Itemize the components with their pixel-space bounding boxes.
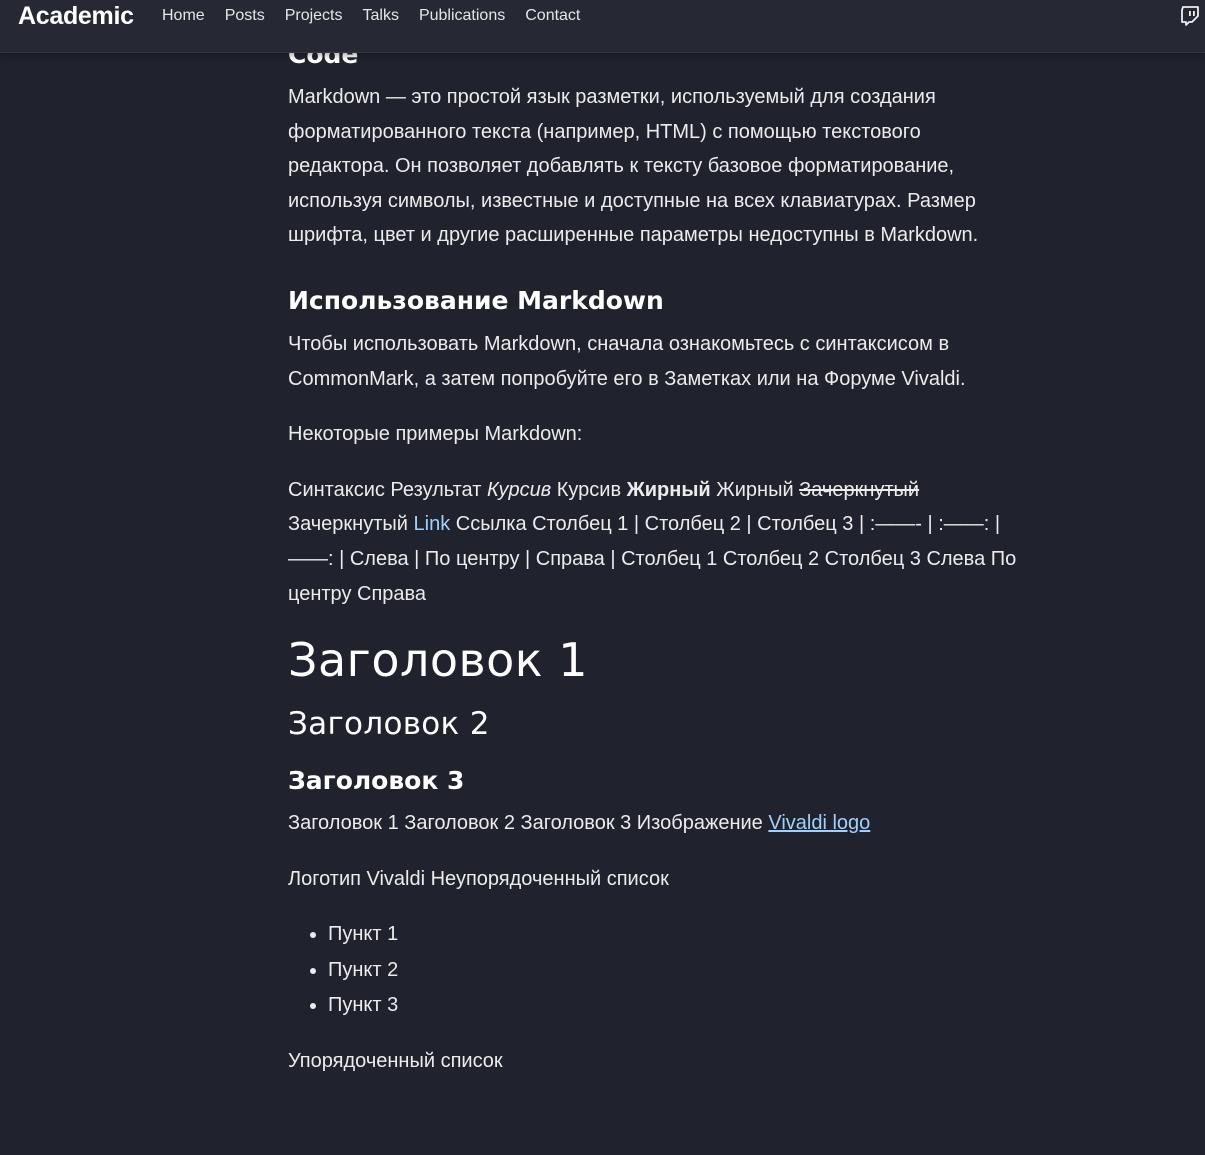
section-title-usage: Использование Markdown [288, 285, 664, 315]
usage-paragraph: Чтобы использовать Markdown, сначала озн… [288, 332, 966, 390]
syntax-paragraph: Синтаксис Результат Курсив Курсив Жирный… [288, 473, 1018, 611]
after-bold-text: Жирный [710, 478, 800, 501]
ordered-list-label: Упорядоченный список [288, 1049, 503, 1072]
top-navbar: Academic Home Posts Projects Talks Publi… [0, 0, 1205, 53]
intro-paragraph: Markdown — это простой язык разметки, ис… [288, 86, 979, 247]
article-content: Code Markdown — это простой язык разметк… [288, 40, 1018, 1099]
headings-line: Заголовок 1 Заголовок 2 Заголовок 3 Изоб… [288, 806, 1018, 841]
heading-3: Заголовок 3 [288, 766, 465, 796]
after-italic-text: Курсив [551, 478, 627, 501]
nav-projects[interactable]: Projects [275, 7, 353, 25]
nav-links: Home Posts Projects Talks Publications C… [152, 7, 590, 25]
examples-label: Некоторые примеры Markdown: [288, 423, 583, 446]
twitch-icon[interactable] [1181, 6, 1199, 26]
italic-text: Курсив [486, 478, 552, 501]
nav-talks[interactable]: Talks [353, 7, 409, 25]
vivaldi-logo-link[interactable]: Vivaldi logo [768, 812, 870, 834]
nav-publications[interactable]: Publications [409, 7, 515, 25]
logo-line: Логотип Vivaldi Неупорядоченный список [288, 867, 669, 890]
nav-posts[interactable]: Posts [215, 7, 275, 25]
after-strike-text: Зачеркнутый [288, 513, 414, 536]
list-item: Пункт 3 [328, 988, 1018, 1024]
heading-2: Заголовок 2 [288, 706, 490, 743]
strike-text: Зачеркнутый [799, 478, 920, 501]
example-link[interactable]: Link [414, 513, 451, 535]
headings-line-text: Заголовок 1 Заголовок 2 Заголовок 3 Изоб… [288, 812, 769, 835]
syntax-start-text: Синтаксис Результат [288, 478, 487, 501]
list-item: Пункт 1 [328, 917, 1018, 953]
list-item: Пункт 2 [328, 953, 1018, 989]
nav-home[interactable]: Home [152, 7, 215, 25]
heading-1: Заголовок 1 [288, 633, 588, 688]
unordered-list: Пункт 1 Пункт 2 Пункт 3 [288, 917, 1018, 1024]
bold-text: Жирный [626, 478, 711, 501]
site-brand[interactable]: Academic [18, 2, 134, 31]
nav-contact[interactable]: Contact [515, 7, 590, 25]
